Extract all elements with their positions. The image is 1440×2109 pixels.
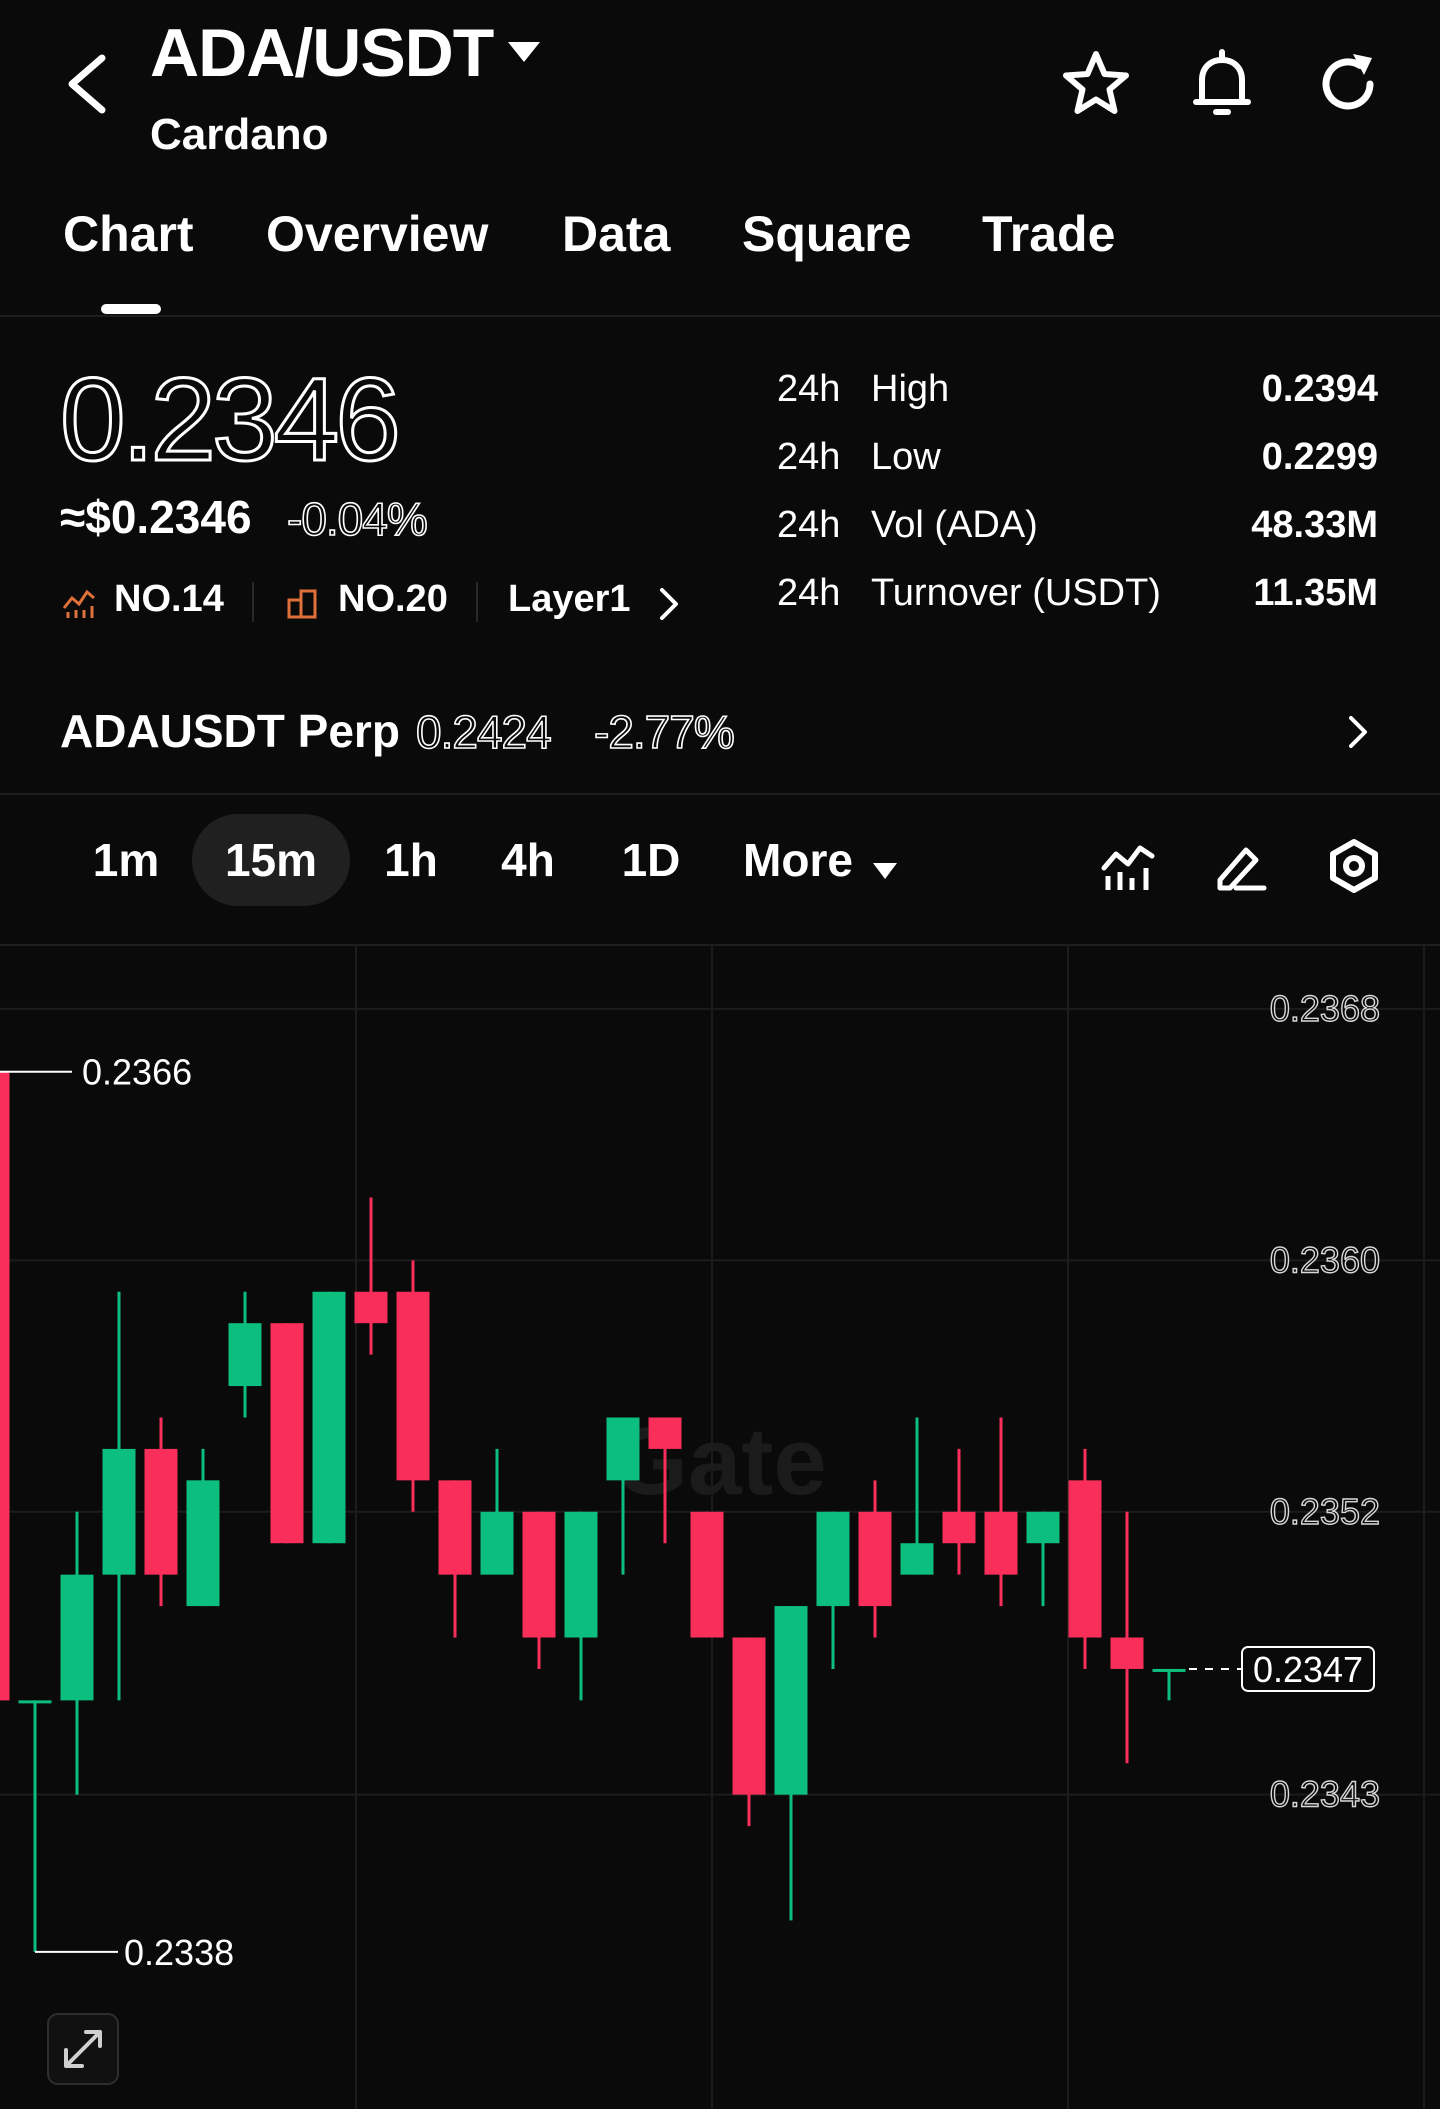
candle-body [984,1511,1018,1575]
watermark-logo: Gate [613,1408,826,1515]
candle-body [1026,1511,1060,1544]
market-cap-rank-icon [62,586,96,620]
separator [252,582,254,622]
divider [0,793,1440,795]
volume-rank[interactable]: NO.20 [338,578,448,621]
market-cap-rank[interactable]: NO.14 [114,578,224,621]
low-marker-label: 0.2338 [124,1932,234,1973]
stat-name-high: High [871,368,950,410]
candle-body [396,1291,430,1481]
candle-body [1110,1637,1144,1669]
timeframe-1h[interactable]: 1h [368,814,454,906]
y-axis-tick-label: 0.2352 [1270,1491,1380,1532]
candle-body [270,1323,304,1544]
candle-body [774,1606,808,1795]
candle-body [816,1511,850,1607]
stat-period: 24h [777,504,841,546]
candle-body [438,1480,472,1575]
stat-value-high: 0.2394 [1261,368,1378,410]
pencil-icon [1217,847,1267,891]
current-price-label: 0.2347 [1253,1649,1363,1690]
chevron-right-icon[interactable] [656,586,682,622]
stat-value-volume: 48.33M [1251,504,1378,546]
candle-body [144,1448,178,1575]
candlestick-chart[interactable]: 0.2368 0.2360 0.2352 0.2343 Gate 0.2366 0.23… [0,946,1440,2109]
coin-name: Cardano [150,110,329,159]
back-button[interactable] [58,44,118,124]
tab-overview[interactable]: Overview [266,205,488,263]
candle-body [0,1071,10,1701]
price-change: -0.04% [286,492,428,546]
candle-body [186,1480,220,1607]
settings-button[interactable] [1326,838,1382,894]
candle-body [900,1543,934,1575]
candle-body [564,1511,598,1638]
active-tab-indicator [101,304,161,314]
stat-value-low: 0.2299 [1261,436,1378,478]
candle-body [648,1417,682,1449]
tab-chart[interactable]: Chart [63,205,194,263]
candle-body [228,1323,262,1387]
candle-body [102,1448,136,1575]
candle-body [732,1637,766,1795]
gear-icon [1330,839,1378,893]
stat-name-volume: Vol (ADA) [871,504,1038,546]
refresh-icon [1322,54,1374,110]
candle-body [1152,1668,1186,1672]
candle-body [18,1700,52,1704]
candle-body [942,1511,976,1544]
candle-body [690,1511,724,1638]
back-arrow-icon [68,54,106,114]
stat-period: 24h [777,436,841,478]
indicators-button[interactable] [1100,838,1156,894]
timeframe-4h[interactable]: 4h [484,814,572,906]
y-axis-tick-label: 0.2368 [1270,988,1380,1029]
refresh-button[interactable] [1308,44,1388,124]
candle-body [480,1511,514,1575]
timeframe-more[interactable]: More [736,814,860,906]
candle-body [354,1291,388,1324]
y-axis-tick-label: 0.2360 [1270,1239,1380,1280]
candle-body [522,1511,556,1638]
tab-data[interactable]: Data [562,205,670,263]
indicator-icon [1101,845,1155,890]
usd-price: ≈$0.2346 [60,491,252,543]
bell-icon [1193,49,1251,115]
perp-name[interactable]: ADAUSDT Perp [60,704,400,758]
stat-name-low: Low [871,436,941,478]
stat-period: 24h [777,572,841,614]
favorite-button[interactable] [1056,44,1136,124]
draw-button[interactable] [1212,838,1268,894]
stat-period: 24h [777,368,841,410]
stat-value-turnover: 11.35M [1253,572,1378,614]
separator [476,582,478,622]
last-price: 0.2346 [59,353,403,488]
pair-title[interactable]: ADA/USDT [150,14,494,92]
timeframe-15m[interactable]: 15m [192,814,350,906]
candle-body [312,1291,346,1544]
timeframe-1m[interactable]: 1m [78,814,174,906]
candle-body [60,1574,94,1701]
timeframe-1d[interactable]: 1D [604,814,698,906]
volume-rank-icon [286,586,320,620]
chart-canvas[interactable]: 0.2368 0.2360 0.2352 0.2343 Gate 0.2366 0.23… [0,946,1440,2109]
high-marker-label: 0.2366 [82,1052,192,1093]
perp-change: -2.77% [593,705,735,759]
stat-name-turnover: Turnover (USDT) [871,572,1161,614]
candle-body [858,1511,892,1607]
divider [0,315,1440,317]
tab-bar: Chart Overview Data Square Trade [0,205,1440,315]
caret-down-icon[interactable] [506,40,542,64]
y-axis-tick-label: 0.2343 [1270,1774,1380,1815]
alert-button[interactable] [1182,44,1262,124]
tab-trade[interactable]: Trade [982,205,1115,263]
candle-body [606,1417,640,1481]
caret-down-icon[interactable] [872,862,898,880]
tab-square[interactable]: Square [742,205,912,263]
sector-tag[interactable]: Layer1 [508,578,631,621]
star-icon [1063,51,1129,114]
chevron-right-icon[interactable] [1345,712,1371,752]
perp-price: 0.2424 [415,705,552,759]
candle-body [1068,1480,1102,1638]
